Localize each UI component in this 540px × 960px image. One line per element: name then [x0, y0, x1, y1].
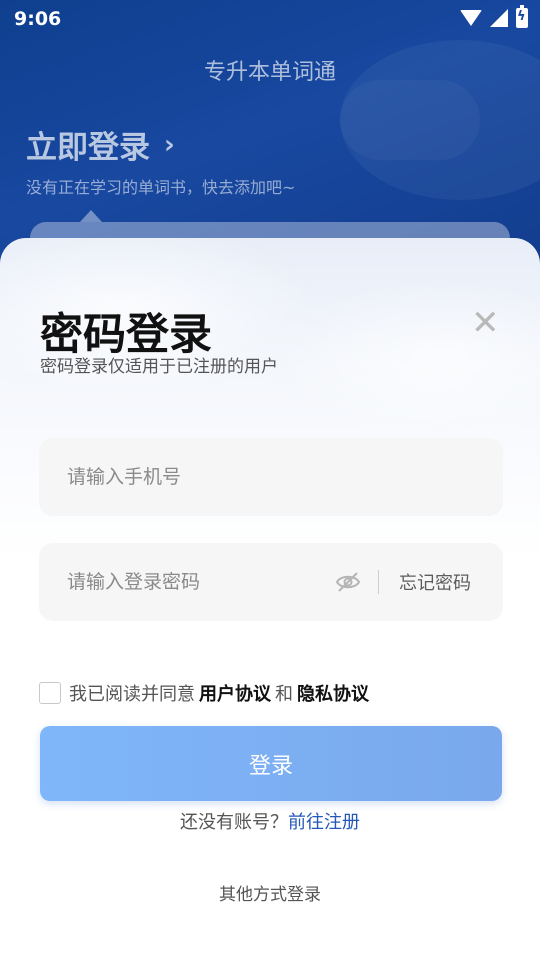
other-login-link[interactable]: 其他方式登录: [0, 880, 540, 905]
agreement-and: 和: [275, 684, 293, 705]
sheet-subtitle: 密码登录仅适用于已注册的用户: [40, 357, 278, 377]
phone-input[interactable]: [67, 438, 327, 516]
user-agreement-link[interactable]: 用户协议: [199, 680, 271, 706]
cellular-signal-icon: [490, 9, 508, 27]
register-link[interactable]: 前往注册: [288, 812, 360, 833]
register-row: 还没有账号？前往注册: [0, 808, 540, 834]
header-decoration: [340, 80, 480, 160]
password-input[interactable]: [67, 543, 327, 621]
login-sheet: 密码登录 密码登录仅适用于已注册的用户 ✕ 忘记密码 我已阅读并同意 用户协议 …: [0, 238, 540, 960]
wifi-icon: [460, 10, 482, 26]
login-hint: 没有正在学习的单词书，快去添加吧~: [26, 178, 296, 197]
status-time: 9:06: [14, 8, 62, 30]
status-bar: 9:06: [0, 0, 540, 38]
app-title: 专升本单词通: [203, 60, 336, 85]
tooltip-arrow: [80, 210, 102, 222]
register-prompt: 还没有账号？: [180, 812, 288, 833]
status-icons: [460, 5, 528, 28]
password-field: 忘记密码: [39, 543, 503, 621]
login-now-label: 立即登录: [26, 130, 150, 166]
phone-field: [39, 438, 503, 516]
privacy-policy-link[interactable]: 隐私协议: [297, 680, 369, 706]
battery-charging-icon: [516, 5, 528, 28]
agreement-row: 我已阅读并同意 用户协议 和 隐私协议: [39, 680, 373, 706]
agreement-checkbox[interactable]: [39, 682, 61, 704]
login-button[interactable]: 登录: [40, 726, 502, 801]
agreement-prefix: 我已阅读并同意: [69, 684, 195, 705]
close-icon[interactable]: ✕: [471, 306, 500, 340]
field-divider: [378, 570, 379, 594]
forgot-password-link[interactable]: 忘记密码: [399, 569, 471, 595]
chevron-right-icon: ›: [164, 129, 175, 160]
eye-off-icon[interactable]: [335, 570, 361, 594]
login-now-link[interactable]: 立即登录 ›: [26, 122, 175, 167]
